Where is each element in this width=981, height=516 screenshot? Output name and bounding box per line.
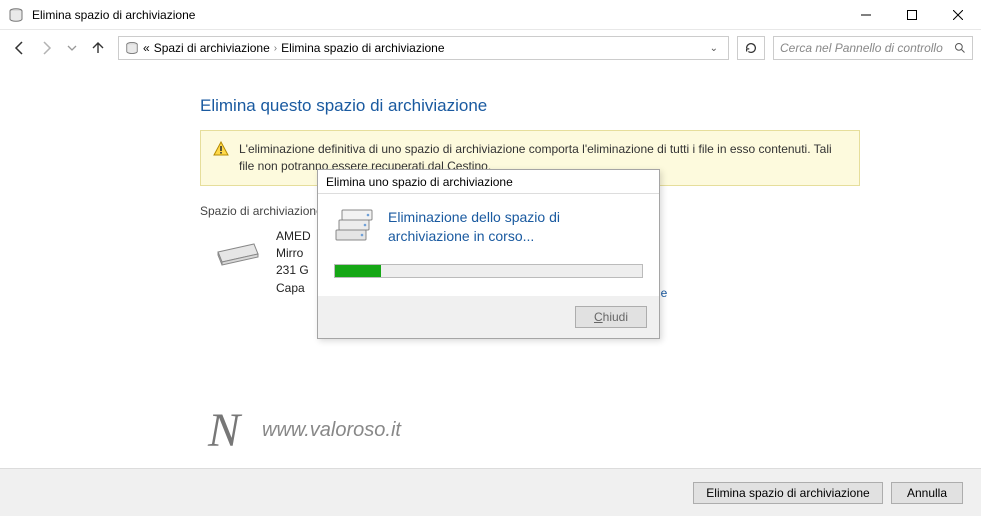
back-button[interactable] xyxy=(8,36,32,60)
bottom-bar: Elimina spazio di archiviazione Annulla xyxy=(0,468,981,516)
dialog-body: Eliminazione dello spazio di archiviazio… xyxy=(318,194,659,264)
warning-icon xyxy=(213,141,229,157)
storage-name: AMED xyxy=(276,228,311,245)
storage-stack-icon xyxy=(334,208,374,244)
page-heading: Elimina questo spazio di archiviazione xyxy=(200,96,981,116)
window-titlebar: Elimina spazio di archiviazione xyxy=(0,0,981,30)
drive-icon xyxy=(214,232,262,266)
progress-bar xyxy=(334,264,643,278)
dialog-message: Eliminazione dello spazio di archiviazio… xyxy=(388,208,643,246)
search-icon xyxy=(954,42,966,54)
watermark-url: www.valoroso.it xyxy=(262,419,401,442)
forward-button[interactable] xyxy=(34,36,58,60)
progress-fill xyxy=(335,265,381,277)
cancel-button[interactable]: Annulla xyxy=(891,482,963,504)
breadcrumb-bar[interactable]: « Spazi di archiviazione › Elimina spazi… xyxy=(118,36,729,60)
location-icon xyxy=(125,41,139,55)
close-button[interactable] xyxy=(935,0,981,30)
storage-capacity: Capa xyxy=(276,280,311,297)
chevron-right-icon: › xyxy=(274,43,277,54)
breadcrumb-prefix: « xyxy=(143,41,150,55)
window-title: Elimina spazio di archiviazione xyxy=(32,8,843,22)
minimize-button[interactable] xyxy=(843,0,889,30)
progress-bar-wrap xyxy=(318,264,659,296)
watermark: N www.valoroso.it xyxy=(208,403,401,458)
dialog-footer: Chiudi xyxy=(318,296,659,338)
search-input[interactable]: Cerca nel Pannello di controllo xyxy=(773,36,973,60)
app-icon xyxy=(8,7,24,23)
breadcrumb-item-2[interactable]: Elimina spazio di archiviazione xyxy=(281,41,444,55)
watermark-signature: N xyxy=(208,403,240,458)
refresh-button[interactable] xyxy=(737,36,765,60)
search-placeholder: Cerca nel Pannello di controllo xyxy=(780,41,943,55)
storage-info: AMED Mirro 231 G Capa xyxy=(276,228,311,298)
breadcrumb-item-1[interactable]: Spazi di archiviazione xyxy=(154,41,270,55)
storage-type: Mirro xyxy=(276,245,311,262)
dialog-close-rest: hiudi xyxy=(603,310,628,324)
delete-storage-button[interactable]: Elimina spazio di archiviazione xyxy=(693,482,883,504)
breadcrumb-dropdown-icon[interactable]: ⌄ xyxy=(706,43,722,54)
dialog-close-underline: C xyxy=(594,310,603,324)
maximize-button[interactable] xyxy=(889,0,935,30)
dialog-title: Elimina uno spazio di archiviazione xyxy=(318,170,659,194)
up-button[interactable] xyxy=(86,36,110,60)
storage-size: 231 G xyxy=(276,262,311,279)
dialog-close-button[interactable]: Chiudi xyxy=(575,306,647,328)
recent-dropdown-button[interactable] xyxy=(60,36,84,60)
progress-dialog: Elimina uno spazio di archiviazione Elim… xyxy=(317,169,660,339)
navigation-bar: « Spazi di archiviazione › Elimina spazi… xyxy=(0,30,981,66)
